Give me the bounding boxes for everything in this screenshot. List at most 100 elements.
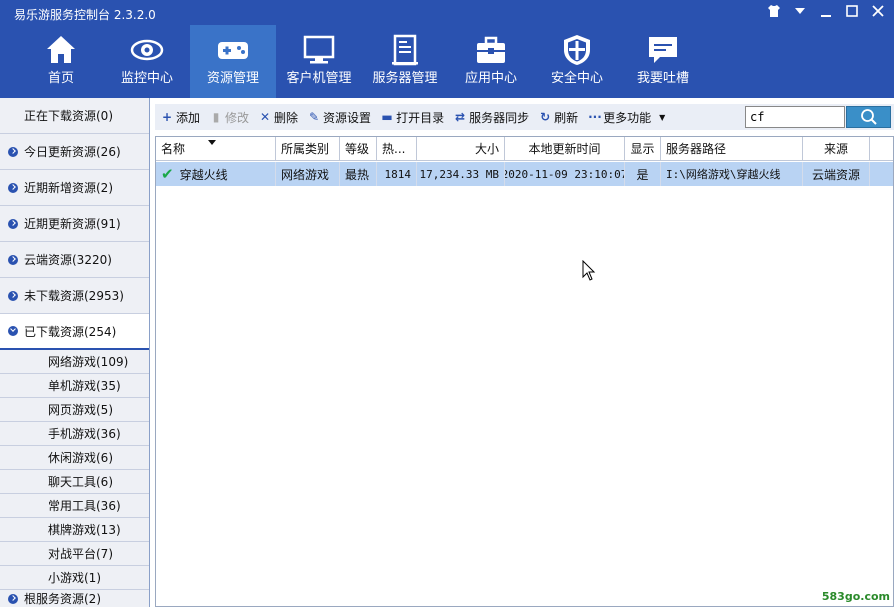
column-header-heat[interactable]: 热... [377, 137, 417, 160]
edit-button-label: 修改 [225, 110, 250, 125]
nav-feedback[interactable]: 我要吐槽 [620, 25, 706, 98]
more-icon: ··· [588, 110, 602, 124]
column-header-size[interactable]: 大小 [417, 137, 505, 160]
sidebar-subitem-common-tools[interactable]: 常用工具(36) [0, 494, 149, 518]
sidebar-subitem-label: 单机游戏(35) [48, 379, 121, 393]
minimize-icon[interactable] [818, 4, 834, 20]
sidebar-item-recent-updated[interactable]: 近期更新资源(91) [0, 206, 149, 242]
sidebar-subitem-label: 休闲游戏(6) [48, 451, 113, 465]
column-header-source[interactable]: 来源 [803, 137, 870, 160]
sidebar-subitem-board-games[interactable]: 棋牌游戏(13) [0, 518, 149, 542]
column-header-label: 热... [382, 142, 406, 156]
wrench-icon: ✎ [309, 110, 320, 124]
sidebar-subitem-label: 网络游戏(109) [48, 355, 129, 369]
expand-icon [8, 593, 18, 604]
open-directory-label: 打开目录 [396, 110, 445, 125]
refresh-button[interactable]: ↻ 刷新 [539, 109, 578, 126]
cell-name-text: 穿越火线 [179, 167, 228, 182]
sidebar-subitem-label: 小游戏(1) [48, 571, 101, 585]
column-header-label: 名称 [161, 142, 186, 156]
sidebar-item-partial[interactable]: 根服务资源(2) [0, 590, 149, 607]
app-title: 易乐游服务控制台 2.3.2.0 [14, 8, 156, 22]
sidebar-subitem-single-games[interactable]: 单机游戏(35) [0, 374, 149, 398]
sidebar-item-recent-new[interactable]: 近期新增资源(2) [0, 170, 149, 206]
nav-resources[interactable]: 资源管理 [190, 25, 276, 98]
cell-name: ✔ 穿越火线 [156, 162, 276, 186]
server-icon [392, 34, 418, 66]
server-sync-button[interactable]: ⇄ 服务器同步 [454, 109, 529, 126]
column-header-display[interactable]: 显示 [625, 137, 661, 160]
skin-icon[interactable] [766, 4, 782, 20]
sidebar-subitem-casual-games[interactable]: 休闲游戏(6) [0, 446, 149, 470]
sidebar-item-downloading[interactable]: 正在下载资源(0) [0, 98, 149, 134]
main-nav: 首页 监控中心 资源管理 客户机管理 服务器管理 应用中心 安全中心 我要吐槽 [18, 25, 706, 98]
refresh-label: 刷新 [554, 110, 579, 125]
sidebar-item-label: 云端资源(3220) [24, 253, 112, 267]
nav-security[interactable]: 安全中心 [534, 25, 620, 98]
column-header-label: 显示 [630, 142, 655, 156]
sidebar-subitem-mini-games[interactable]: 小游戏(1) [0, 566, 149, 590]
nav-clients[interactable]: 客户机管理 [276, 25, 362, 98]
nav-label: 服务器管理 [372, 71, 438, 86]
search-icon [860, 109, 877, 125]
nav-servers[interactable]: 服务器管理 [362, 25, 448, 98]
cell-updated: 2020-11-09 23:10:07 [505, 162, 625, 186]
nav-apps[interactable]: 应用中心 [448, 25, 534, 98]
toolbox-icon [477, 36, 505, 63]
open-directory-button[interactable]: ▬ 打开目录 [381, 109, 444, 126]
add-button[interactable]: + 添加 [161, 109, 200, 126]
delete-button-label: 删除 [274, 110, 299, 125]
cell-display: 是 [625, 162, 661, 186]
sync-icon: ⇄ [455, 110, 466, 124]
maximize-icon[interactable] [844, 4, 860, 20]
collapse-icon [8, 326, 18, 336]
resource-table: 名称 所属类别 等级 热... 大小 本地更新时间 显示 服务器路径 来源 ✔ 穿… [155, 136, 894, 607]
menu-dropdown-icon[interactable] [792, 4, 808, 20]
sidebar-subitem-label: 聊天工具(6) [48, 475, 113, 489]
delete-button[interactable]: ✕ 删除 [259, 109, 298, 126]
sidebar-item-today[interactable]: 今日更新资源(26) [0, 134, 149, 170]
sidebar-subitem-label: 常用工具(36) [48, 499, 121, 513]
sidebar-subitem-online-games[interactable]: 网络游戏(109) [0, 350, 149, 374]
title-bar: 易乐游服务控制台 2.3.2.0 首页 监控中心 资源管理 客户机管理 服务器管… [0, 0, 894, 98]
nav-label: 客户机管理 [286, 71, 352, 86]
sidebar-item-cloud[interactable]: 云端资源(3220) [0, 242, 149, 278]
sidebar-subitem-web-games[interactable]: 网页游戏(5) [0, 398, 149, 422]
table-row[interactable]: ✔ 穿越火线 网络游戏 最热 1814 17,234.33 MB 2020-11-… [156, 162, 893, 186]
sidebar-item-downloaded[interactable]: 已下载资源(254) [0, 314, 149, 350]
sidebar-subitem-chat-tools[interactable]: 聊天工具(6) [0, 470, 149, 494]
folder-icon: ▬ [381, 110, 393, 124]
sidebar-subitem-battle-platforms[interactable]: 对战平台(7) [0, 542, 149, 566]
sidebar-item-not-downloaded[interactable]: 未下载资源(2953) [0, 278, 149, 314]
more-functions-label: 更多功能 [603, 110, 652, 125]
refresh-icon: ↻ [540, 110, 551, 124]
plus-icon: + [161, 110, 173, 124]
column-header-path[interactable]: 服务器路径 [661, 137, 803, 160]
chevron-down-icon: ▼ [659, 112, 666, 122]
monitor-icon [303, 35, 335, 64]
expand-icon [8, 254, 18, 265]
sidebar-item-label: 近期更新资源(91) [24, 217, 121, 231]
nav-home[interactable]: 首页 [18, 25, 104, 98]
column-header-level[interactable]: 等级 [340, 137, 377, 160]
watermark: 583go.com [821, 590, 890, 603]
column-header-name[interactable]: 名称 [156, 137, 276, 160]
chat-icon [649, 37, 677, 63]
column-header-updated[interactable]: 本地更新时间 [505, 137, 625, 160]
more-functions-button[interactable]: ··· 更多功能 ▼ [588, 109, 665, 126]
close-icon[interactable] [870, 4, 886, 20]
edit-button[interactable]: ▮ 修改 [210, 109, 249, 126]
search-input[interactable] [745, 106, 845, 128]
resource-settings-button[interactable]: ✎ 资源设置 [308, 109, 371, 126]
gamepad-icon [218, 42, 248, 59]
check-icon: ✔ [161, 165, 174, 183]
mouse-cursor-icon [582, 260, 596, 281]
nav-monitor[interactable]: 监控中心 [104, 25, 190, 98]
nav-label: 应用中心 [464, 71, 517, 86]
column-header-category[interactable]: 所属类别 [276, 137, 340, 160]
sidebar-subitem-mobile-games[interactable]: 手机游戏(36) [0, 422, 149, 446]
search-button[interactable] [846, 106, 891, 128]
home-icon [47, 36, 75, 63]
column-header-label: 等级 [345, 142, 370, 156]
column-header-label: 本地更新时间 [528, 142, 601, 156]
